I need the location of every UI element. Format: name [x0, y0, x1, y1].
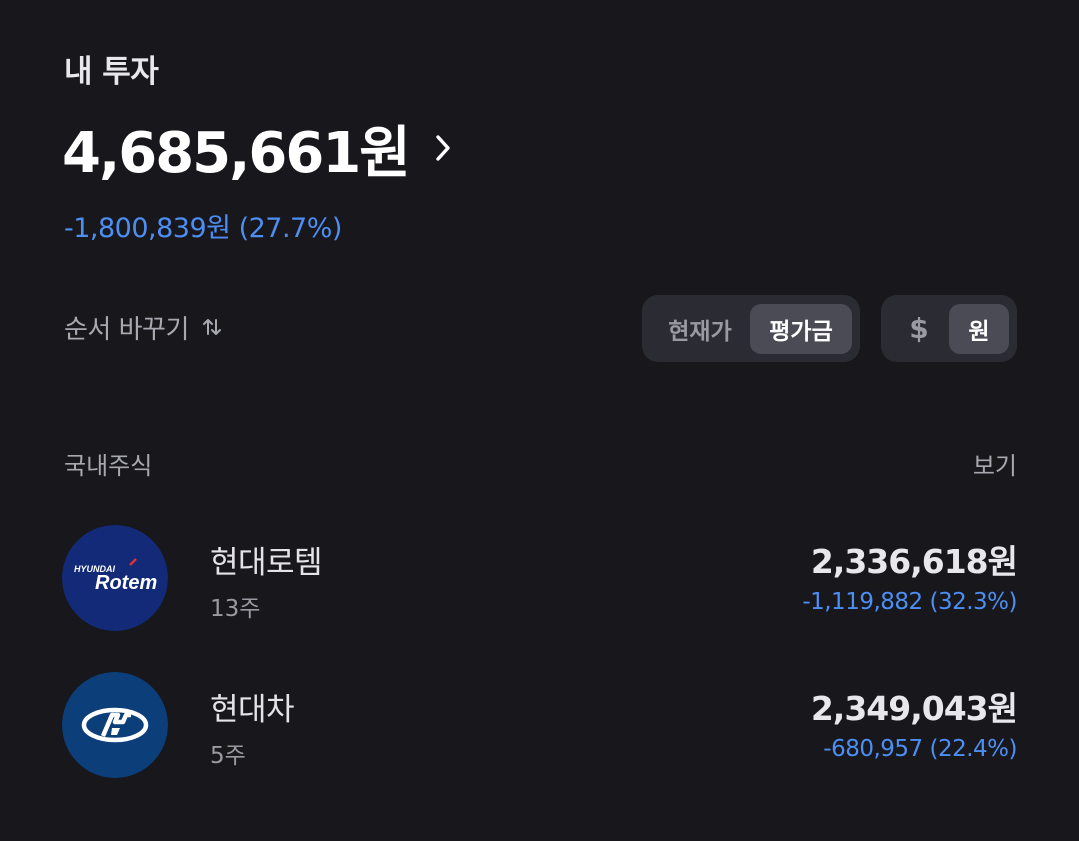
currency-toggle[interactable]: $ 원 — [881, 295, 1017, 362]
chevron-right-icon[interactable] — [425, 130, 461, 166]
stock-row-hyundai-motor[interactable]: 현대차 5주 2,349,043원 -680,957 (22.4%) — [62, 672, 1018, 778]
total-change: -1,800,839원 (27.7%) — [64, 213, 342, 244]
hyundai-rotem-logo: HYUNDAI Rotem — [62, 525, 168, 631]
krw-option[interactable]: 원 — [949, 303, 1009, 354]
usd-option[interactable]: $ — [889, 304, 949, 354]
current-price-option[interactable]: 현재가 — [650, 304, 750, 354]
price-view-toggle[interactable]: 현재가 평가금 — [642, 295, 860, 362]
stock-change: -1,119,882 (32.3%) — [802, 589, 1017, 615]
hyundai-logo — [62, 672, 168, 778]
stock-value: 2,349,043원 — [810, 689, 1018, 728]
sort-label: 순서 바꾸기 — [64, 314, 189, 345]
view-button[interactable]: 보기 — [973, 446, 1017, 481]
stock-row-hyundai-rotem[interactable]: HYUNDAI Rotem 현대로템 13주 2,336,618원 -1,119… — [62, 525, 1018, 631]
stock-quantity: 5주 — [210, 743, 246, 769]
stock-change: -680,957 (22.4%) — [823, 736, 1017, 762]
valuation-option[interactable]: 평가금 — [750, 303, 852, 354]
stock-name: 현대차 — [210, 692, 295, 728]
sort-arrows-icon — [201, 316, 223, 338]
total-assets-row[interactable]: 4,685,661원 — [62, 112, 461, 186]
stock-quantity: 13주 — [210, 596, 261, 622]
sort-button[interactable]: 순서 바꾸기 — [64, 307, 223, 347]
stock-name: 현대로템 — [210, 545, 323, 581]
total-value: 4,685,661원 — [62, 120, 411, 186]
section-title: 국내주식 — [64, 452, 153, 480]
logo-brand-main: Rotem — [95, 572, 157, 594]
page-title: 내 투자 — [64, 54, 159, 90]
stock-value: 2,336,618원 — [810, 542, 1018, 581]
